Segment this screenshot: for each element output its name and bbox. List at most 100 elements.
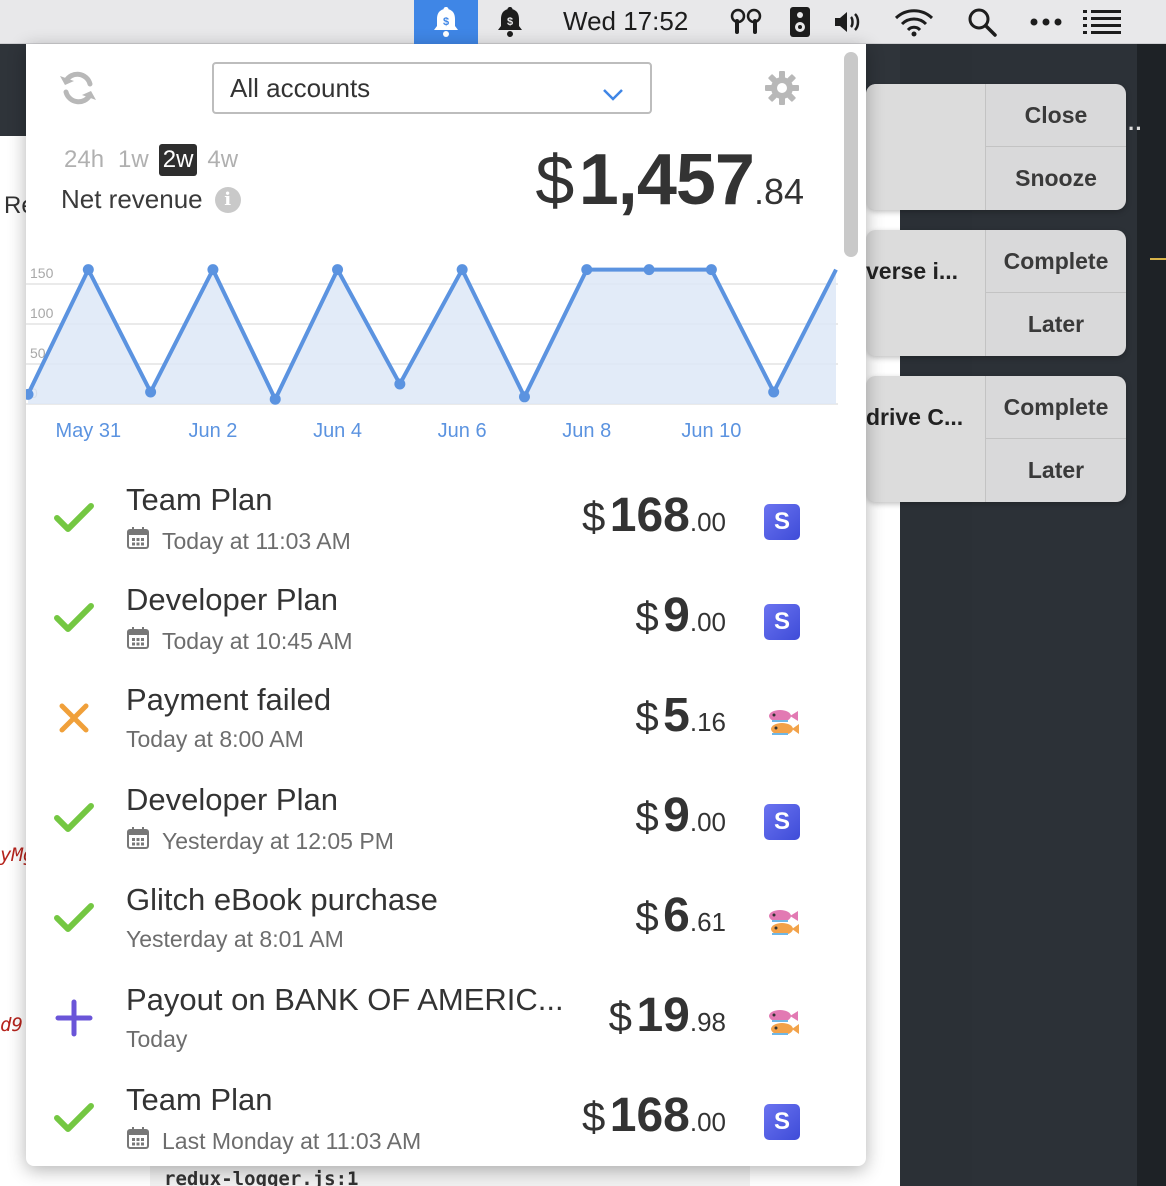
notification-close-button[interactable]: Close (986, 84, 1126, 147)
transaction-title: Glitch eBook purchase (126, 882, 438, 917)
account-select-value: All accounts (230, 72, 371, 103)
transaction-time: Today (126, 1026, 187, 1053)
gumroad-fish-icon (769, 710, 799, 735)
notification-text: verse i... (866, 258, 959, 284)
background-console-text: redux-logger.js:1 (164, 1168, 359, 1186)
chart-x-tick-label: May 31 (56, 420, 122, 442)
transaction-title: Developer Plan (126, 582, 338, 617)
revenue-popover: All accounts 24h 1w 2w 4w Net revenue i … (26, 44, 866, 1166)
chart-point[interactable] (643, 264, 655, 276)
amount-currency: $ (635, 793, 659, 840)
transaction-title: Payout on BANK OF AMERIC... (126, 982, 564, 1017)
metric-label-text: Net revenue (61, 184, 203, 214)
account-select[interactable]: All accounts (212, 62, 652, 114)
refresh-icon[interactable] (58, 68, 98, 108)
menubar-clock[interactable]: Wed 17:52 (563, 6, 688, 37)
chart-point[interactable] (768, 386, 780, 398)
stripe-icon: S (764, 604, 800, 640)
stripe-icon: S (764, 804, 800, 840)
transaction-amount: $ 168.00 (582, 1088, 726, 1143)
notification-more-icon[interactable]: ·· (1128, 116, 1143, 142)
notification-card[interactable]: drive C... Complete Later (866, 376, 1126, 502)
notification-body[interactable]: verse i... (866, 230, 985, 356)
chart-point[interactable] (705, 264, 717, 276)
transaction-amount: $ 6.61 (635, 888, 726, 943)
amount-integer: 168 (609, 489, 690, 542)
svg-text:$: $ (507, 16, 513, 28)
notification-card[interactable]: Close Snooze (866, 84, 1126, 210)
calendar-icon (126, 526, 150, 556)
chart-area (28, 269, 836, 404)
chart-point[interactable] (82, 264, 94, 276)
background-dark-window (972, 44, 1166, 1186)
transaction-row[interactable]: Team Plan Today at 11:03 AM $ 168.00 S (26, 474, 838, 574)
notification-card[interactable]: verse i... Complete Later (866, 230, 1126, 356)
amount-decimal: .16 (689, 707, 726, 737)
svg-text:$: $ (443, 16, 449, 28)
amount-integer: 5 (663, 689, 690, 742)
scrollbar[interactable] (844, 52, 858, 257)
wifi-icon[interactable] (892, 0, 936, 44)
chart-point[interactable] (145, 386, 157, 398)
list-icon[interactable] (1080, 0, 1124, 44)
amount-decimal: .00 (689, 807, 726, 837)
transaction-row[interactable]: Developer Plan Today at 10:45 AM $ 9.00 S (26, 574, 838, 674)
notification-body[interactable]: drive C... (866, 376, 985, 502)
amount-currency: $ (581, 493, 606, 540)
gumroad-fish-icon (769, 910, 799, 935)
transaction-row[interactable]: Payment failed Today at 8:00 AM $ 5.16 (26, 674, 838, 774)
notification-complete-button[interactable]: Complete (986, 230, 1126, 293)
amount-integer: 6 (663, 889, 690, 942)
transaction-title: Developer Plan (126, 782, 338, 817)
transaction-row[interactable]: Payout on BANK OF AMERIC... Today $ 19.98 (26, 974, 838, 1074)
notification-body[interactable] (866, 84, 985, 210)
transaction-title: Team Plan (126, 1082, 273, 1117)
calendar-icon (126, 826, 150, 856)
revenue-chart: 050100150May 31Jun 2Jun 4Jun 6Jun 8Jun 1… (26, 264, 838, 442)
chart-point[interactable] (332, 264, 344, 276)
range-option[interactable]: 24h (60, 144, 108, 176)
transaction-row[interactable]: Glitch eBook purchase Yesterday at 8:01 A… (26, 874, 838, 974)
transaction-time: Yesterday at 8:01 AM (126, 926, 344, 953)
transaction-time: Last Monday at 11:03 AM (126, 1126, 421, 1156)
chart-point[interactable] (581, 264, 593, 276)
bell-dollar-dark-icon[interactable]: $ (492, 0, 528, 44)
gear-icon[interactable] (764, 70, 800, 111)
notification-snooze-button[interactable]: Snooze (986, 147, 1126, 210)
chart-x-tick-label: Jun 6 (438, 420, 487, 442)
info-icon[interactable]: i (214, 186, 241, 213)
notification-later-button[interactable]: Later (986, 439, 1126, 502)
volume-icon[interactable] (832, 0, 864, 44)
amount-integer: 168 (609, 1089, 690, 1142)
total-integer: 1,457 (578, 140, 755, 220)
range-option[interactable]: 1w (114, 144, 153, 176)
chart-point[interactable] (518, 391, 530, 403)
chart-y-tick-label: 100 (30, 305, 54, 321)
speaker-device-icon[interactable] (786, 0, 814, 44)
amount-currency: $ (635, 893, 659, 940)
range-option-active[interactable]: 2w (158, 144, 198, 176)
amount-currency: $ (635, 593, 659, 640)
metric-label: Net revenue i (61, 184, 241, 215)
amount-currency: $ (608, 993, 632, 1040)
amount-decimal: .00 (689, 507, 726, 537)
range-option[interactable]: 4w (203, 144, 242, 176)
transaction-time-text: Today at 10:45 AM (162, 627, 353, 654)
notification-complete-button[interactable]: Complete (986, 376, 1126, 439)
search-icon[interactable] (964, 0, 1000, 44)
notification-later-button[interactable]: Later (986, 293, 1126, 356)
transaction-row[interactable]: Team Plan Last Monday at 11:03 AM $ 168.00… (26, 1074, 838, 1166)
chart-point[interactable] (456, 264, 468, 276)
payment-source: S (764, 604, 800, 640)
payment-source (764, 1004, 800, 1040)
bell-dollar-icon[interactable]: $ (414, 0, 478, 44)
payment-source: S (764, 504, 800, 540)
transaction-row[interactable]: Developer Plan Yesterday at 12:05 PM $ 9.0… (26, 774, 838, 874)
chart-point[interactable] (394, 378, 406, 390)
more-icon[interactable] (1026, 0, 1066, 44)
airpods-icon[interactable] (726, 0, 766, 44)
chart-point[interactable] (207, 264, 219, 276)
chart-point[interactable] (269, 393, 281, 405)
amount-decimal: .00 (689, 607, 726, 637)
transaction-amount: $ 9.00 (635, 788, 726, 843)
